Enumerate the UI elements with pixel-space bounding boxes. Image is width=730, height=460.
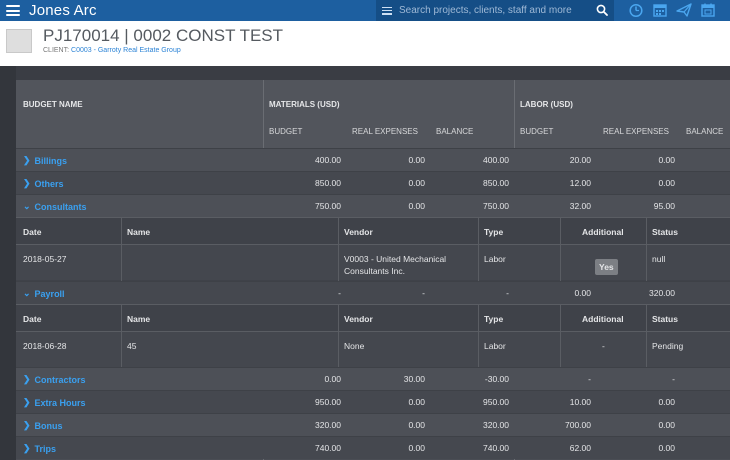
header-l-budget: BUDGET — [520, 127, 554, 136]
detail-header: Date Name Vendor Type Additional Status — [16, 217, 730, 245]
header-l-balance: BALANCE — [686, 127, 724, 136]
detail-header: Date Name Vendor Type Additional Status — [16, 304, 730, 332]
header-m-real: REAL EXPENSES — [352, 127, 418, 136]
client-link[interactable]: C0003 - Garroty Real Estate Group — [71, 47, 181, 54]
project-title: PJ170014 | 0002 CONST TEST — [43, 26, 284, 45]
row-name[interactable]: Bonus — [35, 421, 63, 431]
row-name[interactable]: Trips — [35, 444, 57, 454]
project-header: PJ170014 | 0002 CONST TEST CLIENT: C0003… — [0, 21, 730, 66]
table-row[interactable]: ❯ Contractors 0.00 30.00 -30.00 - - — [16, 367, 730, 390]
search-icon[interactable] — [596, 4, 608, 16]
project-thumbnail — [6, 29, 32, 53]
additional-badge: Yes — [595, 259, 618, 275]
header-m-balance: BALANCE — [436, 127, 474, 136]
table-row[interactable]: ❯ Bonus 320.00 0.00 320.00 700.00 0.00 — [16, 413, 730, 436]
hamburger-menu-icon[interactable] — [6, 5, 20, 16]
table-row[interactable]: ❯ Billings 400.00 0.00 400.00 20.00 0.00 — [16, 148, 730, 171]
chevron-right-icon: ❯ — [23, 397, 31, 407]
header-l-real: REAL EXPENSES — [603, 127, 669, 136]
top-navbar: Jones Arc — [0, 0, 730, 21]
brand-name[interactable]: Jones Arc — [29, 2, 97, 19]
table-header: BUDGET NAME MATERIALS (USD) LABOR (USD) … — [16, 80, 730, 148]
main-content: BUDGET NAME MATERIALS (USD) LABOR (USD) … — [0, 66, 730, 460]
timer-icon[interactable] — [628, 2, 644, 18]
schedule-icon[interactable] — [700, 2, 716, 18]
chevron-right-icon: ❯ — [23, 420, 31, 430]
row-name[interactable]: Extra Hours — [35, 398, 86, 408]
search-bar — [376, 0, 614, 21]
chevron-right-icon: ❯ — [23, 374, 31, 384]
header-materials: MATERIALS (USD) — [269, 100, 340, 109]
chevron-down-icon: ⌄ — [23, 201, 31, 211]
consultants-detail: Date Name Vendor Type Additional Status … — [16, 217, 730, 281]
detail-row: 2018-06-28 45 None Labor - Pending — [16, 332, 730, 367]
side-strip — [0, 66, 16, 460]
search-menu-icon[interactable] — [382, 6, 392, 15]
chevron-right-icon: ❯ — [23, 443, 31, 453]
table-row[interactable]: ❯ Trips 740.00 0.00 740.00 62.00 0.00 — [16, 436, 730, 459]
row-name[interactable]: Others — [35, 179, 64, 189]
calendar-icon[interactable] — [652, 2, 668, 18]
header-labor: LABOR (USD) — [520, 100, 573, 109]
row-name[interactable]: Contractors — [35, 375, 86, 385]
detail-row: 2018-05-27 V0003 - United Mechanical Con… — [16, 245, 730, 280]
row-name[interactable]: Consultants — [35, 202, 87, 212]
project-client: CLIENT: C0003 - Garroty Real Estate Grou… — [43, 47, 181, 54]
budget-table: BUDGET NAME MATERIALS (USD) LABOR (USD) … — [16, 80, 730, 460]
header-m-budget: BUDGET — [269, 127, 303, 136]
chevron-right-icon: ❯ — [23, 178, 31, 188]
client-label: CLIENT: — [43, 47, 70, 54]
table-row[interactable]: ❯ Extra Hours 950.00 0.00 950.00 10.00 0.… — [16, 390, 730, 413]
search-input[interactable] — [399, 5, 594, 16]
chevron-down-icon: ⌄ — [23, 288, 31, 298]
table-row[interactable]: ⌄ Consultants 750.00 0.00 750.00 32.00 95… — [16, 194, 730, 217]
row-name[interactable]: Payroll — [35, 289, 65, 299]
row-name[interactable]: Billings — [35, 156, 68, 166]
table-row[interactable]: ⌄ Payroll - - - 0.00 320.00 — [16, 281, 730, 304]
payroll-detail: Date Name Vendor Type Additional Status … — [16, 304, 730, 367]
send-icon[interactable] — [676, 2, 692, 18]
chevron-right-icon: ❯ — [23, 155, 31, 165]
header-budget-name: BUDGET NAME — [23, 100, 83, 109]
table-row[interactable]: ❯ Others 850.00 0.00 850.00 12.00 0.00 — [16, 171, 730, 194]
